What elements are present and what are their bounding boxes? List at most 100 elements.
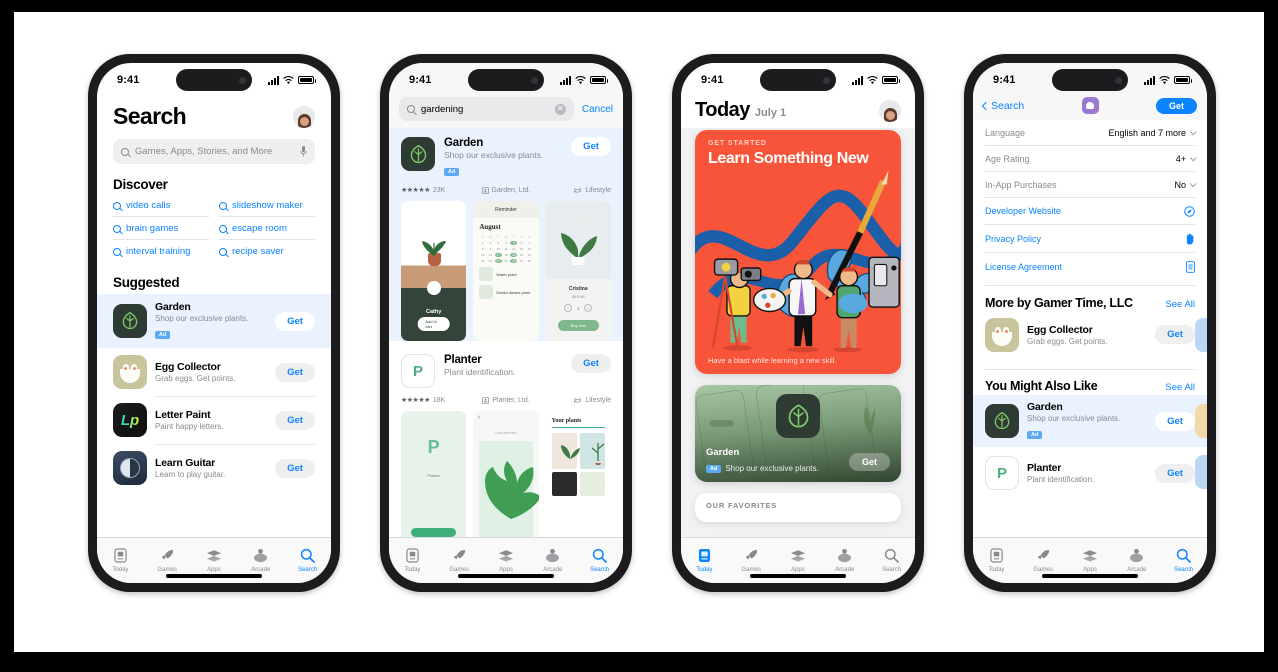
tab-today[interactable]: Today xyxy=(973,547,1020,573)
screenshot-4[interactable]: P Planter xyxy=(401,411,467,537)
rating-stars: ★★★★★ xyxy=(401,187,430,194)
get-button[interactable]: Get xyxy=(275,311,315,331)
info-row-license-agreement[interactable]: License Agreement xyxy=(985,253,1195,280)
phone1-scroll[interactable]: Search Games, Apps, Stories, and More Di… xyxy=(97,97,331,537)
list-item[interactable]: Egg Collector Grab eggs. Get points. Get xyxy=(973,312,1207,358)
screenshot-3[interactable]: Cristina $15.99 − 1 + Buy now xyxy=(545,201,611,341)
screenshot-gallery[interactable]: P Planter × Leaf detected Your plants xyxy=(401,411,611,537)
tab-apps[interactable]: Apps xyxy=(1067,547,1114,573)
tab-games[interactable]: Games xyxy=(144,547,191,573)
discover-item-5[interactable]: recipe saver xyxy=(219,240,315,262)
get-button[interactable]: Get xyxy=(1155,97,1197,114)
get-button[interactable]: Get xyxy=(275,362,315,382)
battery-icon xyxy=(590,76,608,84)
get-button[interactable]: Get xyxy=(1155,463,1195,483)
peek-card[interactable] xyxy=(1195,454,1207,489)
app-subtitle: Learn to play guitar. xyxy=(155,470,226,479)
hero-card[interactable]: GET STARTED Learn Something New Have a b… xyxy=(695,130,901,374)
search-result-garden[interactable]: Garden Shop our exclusive plants. Ad Get… xyxy=(389,128,623,341)
screenshot-2[interactable]: Reminder August SMTWTFS 1234567 8 9 10 11 12… xyxy=(473,201,539,341)
peek-card[interactable] xyxy=(1195,317,1207,352)
favorites-card[interactable]: OUR FAVORITES xyxy=(695,493,901,522)
tab-arcade[interactable]: Arcade xyxy=(1113,547,1160,573)
tab-search[interactable]: Search xyxy=(284,547,331,573)
tab-games[interactable]: Games xyxy=(728,547,775,573)
get-button[interactable]: Get xyxy=(275,410,315,430)
list-item[interactable]: Garden Shop our exclusive plants. Ad Get xyxy=(97,294,331,348)
wifi-icon xyxy=(1159,75,1170,84)
info-row-in-app-purchases[interactable]: In-App Purchases No xyxy=(985,172,1197,198)
garden-feature-card[interactable]: Garden Ad Shop our exclusive plants. Get xyxy=(695,385,901,482)
tab-arcade[interactable]: Arcade xyxy=(529,547,576,573)
tab-games[interactable]: Games xyxy=(1020,547,1067,573)
avatar[interactable] xyxy=(879,99,901,122)
get-button[interactable]: Get xyxy=(571,137,611,156)
list-item[interactable]: P Planter Plant identification. Get xyxy=(973,447,1207,496)
info-row-age-rating[interactable]: Age Rating 4+ xyxy=(985,146,1197,172)
list-item[interactable]: Learn Guitar Learn to play guitar. Get xyxy=(97,444,331,492)
list-item[interactable]: Egg Collector Grab eggs. Get points. Get xyxy=(97,348,331,396)
tab-search[interactable]: Search xyxy=(1160,547,1207,573)
phone3-scroll[interactable]: GET STARTED Learn Something New Have a b… xyxy=(681,128,915,537)
avatar[interactable] xyxy=(293,105,315,128)
tab-today[interactable]: Today xyxy=(389,547,436,573)
search-input[interactable]: Games, Apps, Stories, and More xyxy=(113,139,315,164)
tab-label: Arcade xyxy=(1127,566,1147,573)
tab-apps[interactable]: Apps xyxy=(483,547,530,573)
discover-item-0[interactable]: video calls xyxy=(113,194,209,217)
info-row-privacy-policy[interactable]: Privacy Policy xyxy=(985,225,1195,253)
favorites-kicker: OUR FAVORITES xyxy=(706,501,778,510)
tab-search[interactable]: Search xyxy=(576,547,623,573)
screenshot-6[interactable]: Your plants xyxy=(545,411,611,537)
info-row-developer-website[interactable]: Developer Website xyxy=(985,198,1195,225)
info-value: No xyxy=(1174,179,1186,190)
search-input[interactable]: gardening ✕ xyxy=(399,97,574,121)
get-button[interactable]: Get xyxy=(275,458,315,478)
microphone-icon[interactable] xyxy=(300,146,307,157)
tab-arcade[interactable]: Arcade xyxy=(821,547,868,573)
phone2-scroll[interactable]: Garden Shop our exclusive plants. Ad Get… xyxy=(389,128,623,537)
screenshot-5[interactable]: × Leaf detected xyxy=(473,411,539,537)
get-button[interactable]: Get xyxy=(571,354,611,373)
tab-search[interactable]: Search xyxy=(868,547,915,573)
category-icon xyxy=(574,187,582,193)
screenshot-caption: Cathy xyxy=(426,309,442,315)
garden-icon xyxy=(401,137,435,171)
see-all-link[interactable]: See All xyxy=(1165,382,1195,393)
phone4-scroll[interactable]: Language English and 7 more Age Rating 4… xyxy=(973,120,1207,537)
get-button[interactable]: Get xyxy=(1155,411,1195,431)
peek-card[interactable] xyxy=(1195,404,1207,438)
status-bar: 9:41 xyxy=(973,63,1207,97)
discover-item-4[interactable]: interval training xyxy=(113,240,209,262)
list-item[interactable]: Garden Shop our exclusive plants. Ad Get xyxy=(973,395,1207,447)
status-badge: Ad xyxy=(155,331,171,339)
screenshot-gallery[interactable]: Cathy Add to cart Reminder August SMTWTF… xyxy=(401,201,611,341)
discover-item-3[interactable]: escape room xyxy=(219,217,315,240)
page-title: Today xyxy=(695,99,750,121)
get-button[interactable]: Get xyxy=(1155,325,1195,344)
info-row-language[interactable]: Language English and 7 more xyxy=(985,120,1197,146)
tab-apps[interactable]: Apps xyxy=(775,547,822,573)
get-button[interactable]: Get xyxy=(848,453,890,471)
tab-label: Search xyxy=(882,566,902,573)
see-all-link[interactable]: See All xyxy=(1165,299,1195,310)
screenshot-1[interactable]: Cathy Add to cart xyxy=(401,201,467,341)
tab-arcade[interactable]: Arcade xyxy=(237,547,284,573)
nav-bar: Search Get xyxy=(973,97,1207,120)
tab-today[interactable]: Today xyxy=(681,547,728,573)
discover-item-1[interactable]: slideshow maker xyxy=(219,194,315,217)
category-name: Lifestyle xyxy=(585,396,611,404)
status-bar: 9:41 xyxy=(681,63,915,97)
discover-item-2[interactable]: brain games xyxy=(113,217,209,240)
cancel-button[interactable]: Cancel xyxy=(582,104,613,115)
tab-apps[interactable]: Apps xyxy=(191,547,238,573)
developer-icon xyxy=(482,396,490,404)
tab-today[interactable]: Today xyxy=(97,547,144,573)
back-button[interactable]: Search xyxy=(981,100,1024,112)
section-title: You Might Also Like xyxy=(985,379,1098,393)
list-item[interactable]: Lp Letter Paint Paint happy letters. Get xyxy=(97,396,331,444)
discover-label: slideshow maker xyxy=(232,200,303,211)
clear-icon[interactable]: ✕ xyxy=(554,103,566,115)
tab-games[interactable]: Games xyxy=(436,547,483,573)
search-result-planter[interactable]: P Planter Plant identification. Get ★★★★… xyxy=(389,341,623,537)
